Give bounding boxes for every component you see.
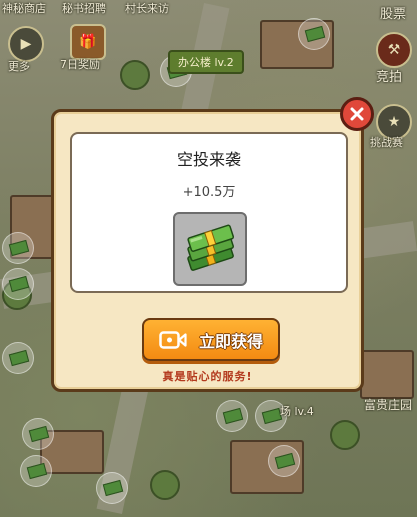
cash-bubble-icon[interactable] (22, 418, 54, 450)
cash-bubble-icon[interactable] (298, 18, 330, 50)
auction-button[interactable]: ⚒ (376, 32, 412, 68)
gift-button[interactable]: 🎁 (70, 24, 106, 60)
cash-bubble-icon[interactable] (96, 472, 128, 504)
play-icon: ▶ (20, 36, 32, 52)
cash-bubble-icon[interactable] (268, 445, 300, 477)
tree (150, 470, 180, 500)
stock-label[interactable]: 股票 (380, 3, 406, 22)
hammer-icon: ⚒ (387, 42, 401, 58)
tree (330, 420, 360, 450)
farm-label: 场 lv.4 (280, 405, 314, 418)
get-now-label: 立即获得 (198, 331, 263, 351)
airdrop-dialog: 空投来袭 +10.5万 立即获得 真是贴心的服务! (51, 109, 364, 392)
building (360, 350, 414, 399)
gift-icon: 🎁 (79, 34, 97, 50)
get-now-button[interactable]: 立即获得 (142, 318, 280, 361)
cash-bubble-icon[interactable] (2, 232, 34, 264)
dialog-title: 空投来袭 (176, 150, 241, 169)
close-x-icon (350, 107, 364, 121)
recruit-label[interactable]: 秘书招聘 (62, 0, 106, 16)
cash-bubble-icon[interactable] (20, 455, 52, 487)
video-camera-icon (159, 330, 187, 349)
cash-bubble-icon[interactable] (2, 268, 34, 300)
cash-bubble-icon[interactable] (216, 400, 248, 432)
reward-amount: +10.5万 (182, 185, 236, 200)
more-label: 更多 (8, 60, 30, 73)
manor-label: 富贵庄园 (364, 398, 413, 412)
cash-stack-icon (187, 224, 235, 271)
star-icon: ★ (387, 114, 401, 130)
reward-item-box (173, 212, 247, 286)
visit-label[interactable]: 村长来访 (125, 0, 169, 16)
auction-label: 竞拍 (376, 70, 403, 85)
office-banner: 办公楼 lv.2 (168, 50, 244, 74)
challenge-label: 挑战赛 (370, 136, 403, 149)
service-caption: 真是贴心的服务! (162, 370, 253, 383)
cash-bubble-icon[interactable] (2, 342, 34, 374)
close-button[interactable] (340, 97, 374, 131)
shop-label[interactable]: 神秘商店 (2, 0, 46, 16)
reward-card: 空投来袭 +10.5万 (70, 132, 348, 293)
tree (120, 60, 150, 90)
more-button[interactable]: ▶ (8, 26, 44, 62)
seven-day-label: 7日奖励 (60, 58, 100, 71)
